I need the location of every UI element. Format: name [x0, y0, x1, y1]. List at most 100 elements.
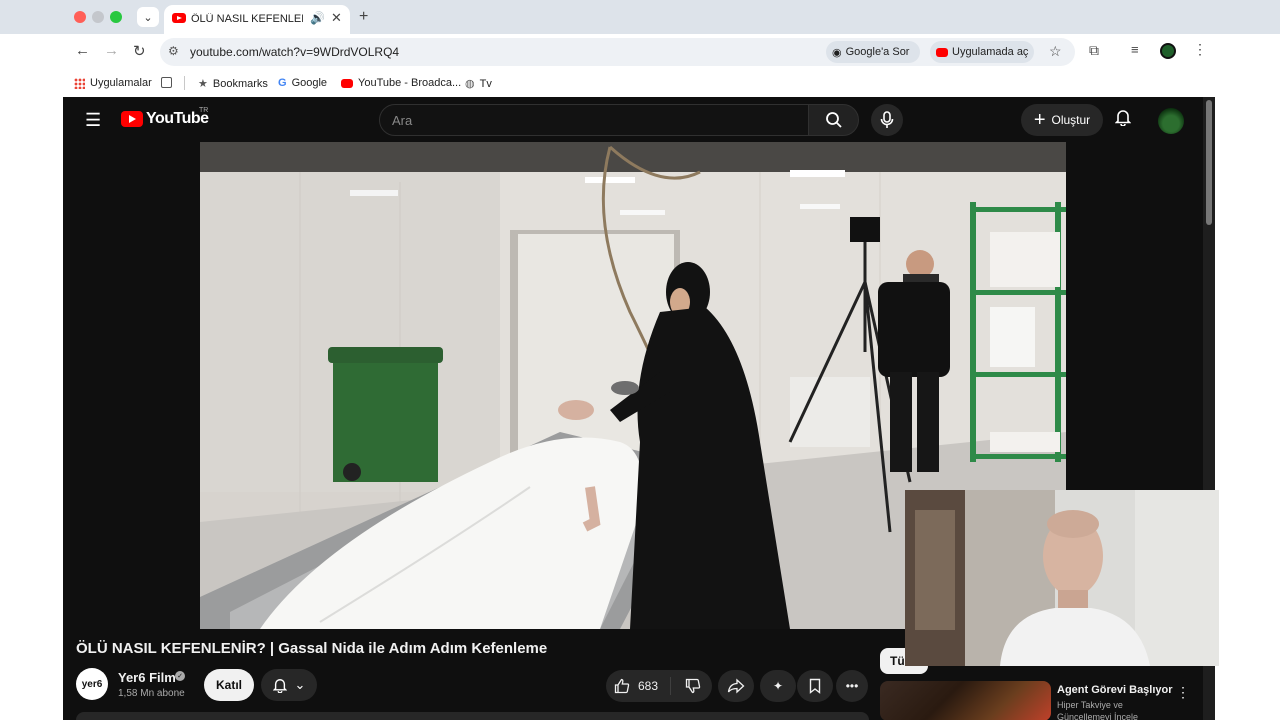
forward-button[interactable]: →: [104, 42, 119, 59]
open-in-app-label: Uygulamada aç: [952, 46, 1029, 58]
ask-google-chip[interactable]: ◉ Google'a Sor: [826, 41, 920, 63]
menu-icon[interactable]: ☰: [85, 110, 101, 131]
webcam-frame: [905, 490, 1219, 666]
share-icon: [727, 678, 745, 694]
voice-search-button[interactable]: [871, 104, 903, 136]
tab-active[interactable]: ÖLÜ NASIL KEFENLENİR? | Gassal Nida ile …: [164, 5, 350, 34]
search-button[interactable]: [808, 104, 859, 136]
media-controls-icon[interactable]: ≡: [1131, 42, 1139, 57]
bookmark-label: YouTube - Broadca...: [358, 77, 462, 89]
thumbs-up-icon: [614, 678, 630, 694]
close-icon[interactable]: ✕: [331, 10, 342, 26]
tab-title: ÖLÜ NASIL KEFENLENİR? | Gassal Nida ile …: [191, 13, 303, 25]
divider: [670, 677, 671, 695]
recommended-video-thumbnail[interactable]: [880, 681, 1051, 720]
sparkle-icon: ✦: [772, 679, 784, 693]
tab-strip: ⌄ ÖLÜ NASIL KEFENLENİR? | Gassal Nida il…: [0, 0, 1280, 34]
video-title: ÖLÜ NASIL KEFENLENİR? | Gassal Nida ile …: [76, 640, 548, 657]
channel-name[interactable]: Yer6 Film: [118, 670, 176, 685]
more-vert-icon[interactable]: ⋮: [1193, 41, 1207, 58]
webcam-overlay: [905, 490, 1219, 666]
bookmark-label: Bookmarks: [212, 77, 268, 90]
star-icon: ★: [198, 78, 208, 90]
speaker-icon[interactable]: 🔊: [310, 11, 325, 25]
bookmark-tv[interactable]: ◍ Tv: [465, 77, 492, 91]
notifications-button[interactable]: [1114, 108, 1132, 131]
create-button[interactable]: + Oluştur: [1021, 104, 1103, 136]
arrow-left-icon: ←: [75, 42, 90, 59]
recommended-video-subtitle: Güncellemeyi İncele: [1057, 712, 1139, 720]
bookmark-star-icon[interactable]: ☆: [1049, 43, 1062, 60]
profile-avatar[interactable]: [1160, 43, 1176, 59]
mic-icon: [880, 111, 894, 128]
like-count: 683: [638, 679, 659, 693]
bell-icon: [1114, 110, 1132, 127]
google-lens-icon: ◉: [832, 46, 842, 59]
save-button[interactable]: [797, 670, 833, 702]
browser-toolbar: ← → ↻ ⚙ youtube.com/watch?v=9WDrdVOLRQ4 …: [0, 34, 1280, 70]
recommended-video-title[interactable]: Agent Görevi Başlıyor: [1057, 684, 1173, 696]
more-vert-icon[interactable]: ⋮: [1176, 684, 1190, 701]
bookmark-bookmarks[interactable]: ★ Bookmarks: [198, 77, 268, 91]
subscriber-count: 1,58 Mn abone: [118, 688, 185, 699]
account-avatar[interactable]: [1158, 108, 1184, 134]
new-tab-button[interactable]: +: [359, 8, 368, 26]
bookmark-label: Uygulamalar: [90, 77, 152, 89]
youtube-favicon-icon: [172, 13, 186, 23]
extensions-icon[interactable]: ⧉: [1089, 42, 1099, 59]
tab-groups-icon: [161, 77, 172, 88]
search-icon: [825, 112, 842, 128]
apps-grid-icon: [74, 77, 85, 89]
bookmark-google[interactable]: G Google: [278, 77, 327, 89]
ask-google-label: Google'a Sor: [845, 46, 910, 58]
region-code: TR: [199, 107, 209, 114]
bookmark-youtube[interactable]: YouTube - Broadca...: [341, 77, 461, 89]
bookmarks-bar: Uygulamalar ★ Bookmarks G Google YouTube…: [0, 70, 1280, 97]
bookmark-icon: [809, 678, 821, 694]
more-actions-button[interactable]: •••: [836, 670, 868, 702]
subscription-notification-button[interactable]: ⌄: [261, 669, 317, 701]
thumbs-down-icon: [685, 678, 701, 694]
search-placeholder: Ara: [392, 113, 413, 128]
verified-icon: ✓: [175, 671, 185, 681]
bookmark-apps[interactable]: Uygulamalar: [74, 77, 152, 89]
bookmark-label: Google: [291, 77, 328, 89]
back-button[interactable]: ←: [75, 42, 90, 59]
ask-ai-button[interactable]: ✦: [760, 670, 796, 702]
globe-icon: ◍: [465, 78, 475, 90]
plus-icon: +: [1033, 109, 1046, 131]
search-input[interactable]: Ara: [379, 104, 809, 136]
browser-chrome: ⌄ ÖLÜ NASIL KEFENLENİR? | Gassal Nida il…: [0, 0, 1280, 97]
youtube-header: ☰ YouTube TR Ara + Oluştur: [63, 97, 1203, 142]
tab-search-button[interactable]: ⌄: [137, 7, 159, 27]
maximize-window-button[interactable]: [110, 11, 122, 23]
minimize-window-button[interactable]: [92, 11, 104, 23]
dislike-button[interactable]: [674, 670, 712, 702]
share-button[interactable]: [718, 670, 754, 702]
chevron-down-icon: ⌄: [143, 11, 153, 24]
divider: [184, 76, 185, 90]
arrow-right-icon: →: [104, 42, 119, 59]
youtube-icon: [341, 78, 353, 88]
tab-groups-button[interactable]: [161, 77, 172, 88]
url-text[interactable]: youtube.com/watch?v=9WDrdVOLRQ4: [190, 45, 399, 59]
bell-icon: [272, 679, 287, 693]
recommended-video-channel[interactable]: Hiper Takviye ve: [1057, 700, 1123, 710]
reload-icon: ↻: [133, 43, 146, 60]
youtube-app-icon: [936, 47, 948, 57]
description-box[interactable]: [76, 712, 869, 720]
bookmark-label: Tv: [479, 77, 492, 90]
more-icon: •••: [845, 679, 859, 693]
close-window-button[interactable]: [74, 11, 86, 23]
google-g-icon: G: [278, 77, 287, 89]
scrollbar-thumb[interactable]: [1206, 100, 1212, 225]
channel-avatar[interactable]: yer6: [76, 668, 108, 700]
open-in-app-chip[interactable]: Uygulamada aç: [930, 41, 1034, 63]
address-bar[interactable]: ⚙ youtube.com/watch?v=9WDrdVOLRQ4 ◉ Goog…: [160, 38, 1075, 66]
chevron-down-icon: ⌄: [294, 677, 306, 692]
create-label: Oluştur: [1051, 113, 1091, 127]
youtube-logo-icon[interactable]: [121, 111, 143, 127]
site-info-icon[interactable]: ⚙: [168, 44, 179, 58]
reload-button[interactable]: ↻: [133, 42, 146, 60]
join-button[interactable]: Katıl: [204, 669, 254, 701]
